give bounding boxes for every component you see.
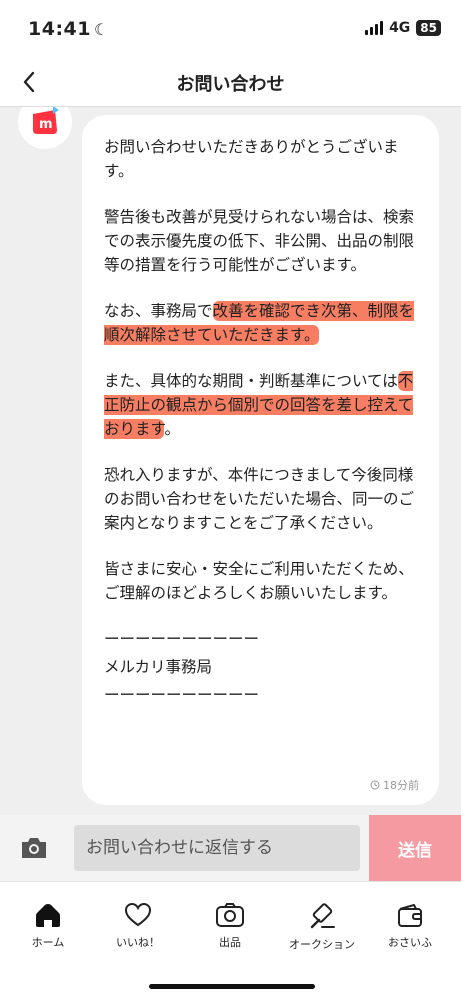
reply-bar: 送信: [0, 815, 461, 881]
wallet-icon: [398, 904, 422, 927]
signature-line: ーーーーーーーーーー: [104, 686, 260, 704]
moon-icon: ☾: [93, 20, 109, 39]
message-paragraph: 恐れ入りますが、本件につきまして今後同様のお問い合わせをいただいた場合、同一のご…: [104, 463, 421, 535]
clock-icon: [370, 780, 380, 790]
timestamp-text: 18分前: [383, 779, 419, 792]
attach-photo-button[interactable]: [20, 835, 48, 861]
svg-text:m: m: [39, 117, 53, 132]
message-paragraph: 警告後も改善が見受けられない場合は、検索での表示優先度の低下、非公開、出品の制限…: [104, 205, 421, 277]
home-indicator: [149, 984, 315, 989]
message-paragraph: 皆さまに安心・安全にご利用いただくため、ご理解のほどよろしくお願いいたします。: [104, 557, 421, 605]
message-text: なお、事務局で: [104, 302, 213, 320]
tab-label: 出品: [219, 936, 241, 949]
tab-label: ホーム: [31, 936, 65, 949]
message-text: 皆さまに安心・安全にご利用いただくため、ご理解のほどよろしくお願いいたします。: [104, 560, 414, 602]
tab-label: おさいふ: [388, 936, 432, 949]
chat-area[interactable]: m お問い合わせいただきありがとうございます。警告後も改善が見受けられない場合は…: [0, 107, 461, 815]
signal-icon: [365, 21, 384, 35]
status-indicators: 4G 85: [365, 20, 441, 36]
network-type: 4G: [389, 20, 411, 36]
tab-likes[interactable]: いいね！: [92, 902, 184, 950]
heart-icon: [124, 902, 152, 927]
message-text: 。: [164, 420, 180, 438]
message-text: 警告後も改善が見受けられない場合は、検索での表示優先度の低下、非公開、出品の制限…: [104, 208, 415, 274]
gavel-icon: [310, 903, 335, 929]
tab-home[interactable]: ホーム: [2, 902, 94, 950]
message-paragraph: お問い合わせいただきありがとうございます。: [104, 135, 421, 183]
nav-bar: お問い合わせ: [0, 58, 461, 107]
message-text: お問い合わせいただきありがとうございます。: [104, 138, 399, 180]
tab-bar: ホーム いいね！ 出品 オークション おさいふ: [0, 881, 461, 1000]
tab-label: いいね！: [116, 936, 160, 949]
message-paragraph: また、具体的な期間・判断基準については不正防止の観点から個別での回答を差し控えて…: [104, 369, 421, 441]
message-text: また、具体的な期間・判断基準については: [104, 372, 398, 390]
signature-line: ーーーーーーーーーー: [104, 630, 260, 648]
avatar[interactable]: m: [18, 107, 72, 149]
status-time: 14:41 ☾: [28, 18, 109, 40]
reply-input[interactable]: [74, 825, 360, 871]
status-bar: 14:41 ☾ 4G 85: [0, 0, 461, 58]
tab-sell[interactable]: 出品: [184, 902, 276, 950]
message-bubble: お問い合わせいただきありがとうございます。警告後も改善が見受けられない場合は、検…: [82, 115, 439, 805]
home-icon: [36, 904, 60, 927]
message-paragraph: なお、事務局で改善を確認でき次第、制限を順次解除させていただきます。: [104, 299, 421, 347]
message-text: 恐れ入りますが、本件につきまして今後同様のお問い合わせをいただいた場合、同一のご…: [104, 466, 415, 532]
signature-name: メルカリ事務局: [104, 658, 213, 676]
clock-text: 14:41: [28, 18, 91, 40]
mercari-logo-icon: m: [33, 107, 59, 134]
tab-wallet[interactable]: おさいふ: [364, 902, 456, 950]
send-button[interactable]: 送信: [369, 815, 461, 881]
camera-icon: [216, 903, 244, 927]
message-timestamp: 18分前: [370, 777, 419, 793]
tab-auction[interactable]: オークション: [276, 902, 368, 952]
page-title: お問い合わせ: [176, 74, 285, 95]
camera-icon: [22, 838, 46, 858]
battery-icon: 85: [416, 20, 441, 36]
message-body: お問い合わせいただきありがとうございます。警告後も改善が見受けられない場合は、検…: [104, 135, 421, 605]
tab-label: オークション: [289, 938, 355, 951]
